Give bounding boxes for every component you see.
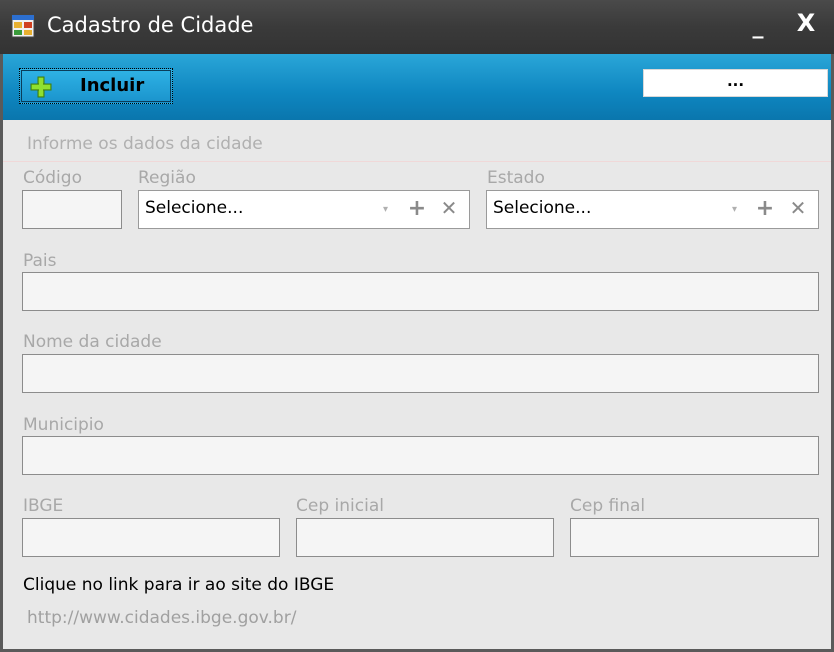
toolbar: Incluir ...: [3, 54, 831, 120]
regiao-combo[interactable]: Selecione... ▾ + ✕: [138, 190, 470, 229]
incluir-button[interactable]: Incluir: [19, 68, 173, 104]
regiao-value: Selecione...: [145, 198, 244, 218]
chevron-down-icon[interactable]: ▾: [732, 204, 744, 216]
estado-value: Selecione...: [493, 198, 592, 218]
ibge-field[interactable]: [22, 518, 280, 557]
panel-header: Informe os dados da cidade: [3, 124, 831, 162]
cep-final-label: Cep final: [570, 496, 646, 516]
cep-final-field[interactable]: [570, 518, 819, 557]
cep-inicial-label: Cep inicial: [296, 496, 384, 516]
ibge-label: IBGE: [23, 496, 64, 516]
window-title: Cadastro de Cidade: [47, 13, 254, 37]
regiao-label: Região: [138, 168, 196, 188]
ibge-link[interactable]: http://www.cidades.ibge.gov.br/: [27, 608, 296, 628]
more-options-button[interactable]: ...: [643, 69, 828, 97]
pais-label: Pais: [23, 251, 57, 271]
estado-label: Estado: [487, 168, 545, 188]
nome-cidade-field[interactable]: [22, 354, 819, 393]
form-app-icon: [11, 14, 35, 38]
incluir-label: Incluir: [80, 75, 145, 96]
minimize-button[interactable]: _: [748, 14, 768, 39]
close-button[interactable]: X: [793, 9, 819, 39]
estado-combo[interactable]: Selecione... ▾ + ✕: [486, 190, 819, 229]
x-icon[interactable]: ✕: [788, 196, 808, 220]
municipio-label: Municipio: [23, 415, 104, 435]
municipio-field[interactable]: [22, 436, 819, 475]
title-bar: Cadastro de Cidade _ X: [0, 0, 834, 54]
nome-cidade-label: Nome da cidade: [23, 332, 162, 352]
cep-inicial-field[interactable]: [296, 518, 554, 557]
chevron-down-icon[interactable]: ▾: [383, 204, 395, 216]
panel-header-text: Informe os dados da cidade: [27, 134, 263, 154]
window: Cadastro de Cidade _ X Incluir ... Infor…: [0, 0, 834, 652]
ibge-info-text: Clique no link para ir ao site do IBGE: [23, 575, 335, 595]
pais-field[interactable]: [22, 272, 819, 311]
codigo-label: Código: [23, 168, 82, 188]
plus-icon: [30, 76, 52, 98]
form-panel: Informe os dados da cidade Código Região…: [3, 120, 831, 649]
plus-icon[interactable]: +: [407, 196, 427, 221]
x-icon[interactable]: ✕: [439, 196, 459, 220]
codigo-field[interactable]: [22, 190, 122, 229]
plus-icon[interactable]: +: [755, 196, 775, 221]
